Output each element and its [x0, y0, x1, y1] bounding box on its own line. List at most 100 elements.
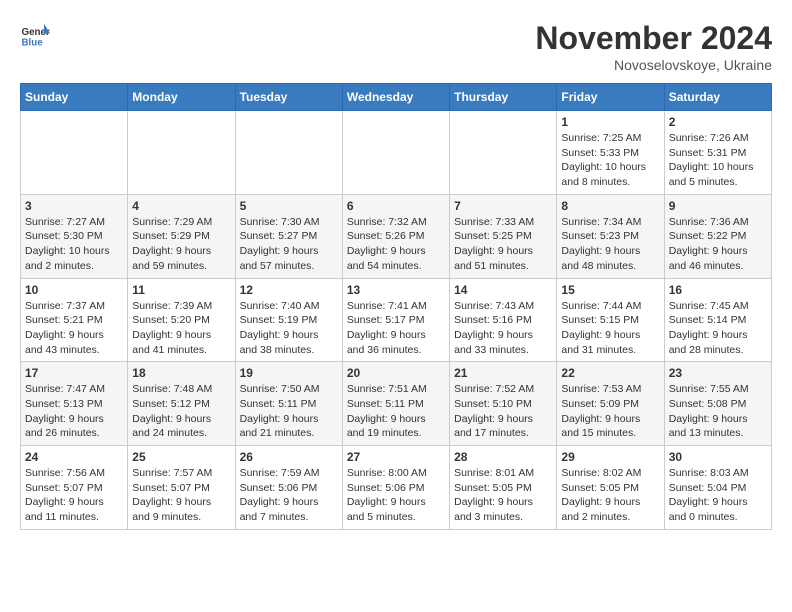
calendar-cell: 20 Sunrise: 7:51 AM Sunset: 5:11 PM Dayli… [342, 362, 449, 446]
day-number: 18 [132, 366, 230, 380]
location: Novoselovskoye, Ukraine [535, 57, 772, 73]
day-info: Sunrise: 7:57 AM Sunset: 5:07 PM Dayligh… [132, 466, 230, 525]
svg-text:Blue: Blue [22, 38, 44, 49]
day-info: Sunrise: 8:00 AM Sunset: 5:06 PM Dayligh… [347, 466, 445, 525]
calendar-cell: 11Sunrise: 7:39 AM Sunset: 5:20 PM Dayli… [128, 278, 235, 362]
day-number: 5 [240, 199, 338, 213]
calendar-cell [342, 111, 449, 195]
day-number: 28 [454, 450, 552, 464]
day-info: Sunrise: 7:25 AM Sunset: 5:33 PM Dayligh… [561, 131, 659, 190]
weekday-header: Monday [128, 84, 235, 111]
calendar-cell [235, 111, 342, 195]
day-number: 19 [240, 366, 338, 380]
day-info: Sunrise: 7:44 AM Sunset: 5:15 PM Dayligh… [561, 299, 659, 358]
day-info: Sunrise: 7:51 AM Sunset: 5:11 PM Dayligh… [347, 382, 445, 441]
weekday-header: Sunday [21, 84, 128, 111]
calendar-cell: 12 Sunrise: 7:40 AM Sunset: 5:19 PM Dayli… [235, 278, 342, 362]
calendar-cell: 26Sunrise: 7:59 AM Sunset: 5:06 PM Dayli… [235, 446, 342, 530]
title-area: November 2024 Novoselovskoye, Ukraine [535, 20, 772, 73]
day-number: 12 [240, 283, 338, 297]
calendar-cell: 13 Sunrise: 7:41 AM Sunset: 5:17 PM Dayli… [342, 278, 449, 362]
day-info: Sunrise: 8:01 AM Sunset: 5:05 PM Dayligh… [454, 466, 552, 525]
day-info: Sunrise: 8:03 AM Sunset: 5:04 PM Dayligh… [669, 466, 767, 525]
weekday-header: Thursday [450, 84, 557, 111]
day-number: 24 [25, 450, 123, 464]
day-number: 9 [669, 199, 767, 213]
day-number: 17 [25, 366, 123, 380]
day-number: 13 [347, 283, 445, 297]
day-number: 8 [561, 199, 659, 213]
day-number: 1 [561, 115, 659, 129]
day-info: Sunrise: 7:45 AM Sunset: 5:14 PM Dayligh… [669, 299, 767, 358]
calendar-week-row: 10Sunrise: 7:37 AM Sunset: 5:21 PM Dayli… [21, 278, 772, 362]
calendar-cell: 28 Sunrise: 8:01 AM Sunset: 5:05 PM Dayli… [450, 446, 557, 530]
logo-icon: General Blue [20, 20, 50, 50]
day-info: Sunrise: 7:48 AM Sunset: 5:12 PM Dayligh… [132, 382, 230, 441]
calendar-cell: 16 Sunrise: 7:45 AM Sunset: 5:14 PM Dayli… [664, 278, 771, 362]
day-number: 25 [132, 450, 230, 464]
calendar-cell: 10Sunrise: 7:37 AM Sunset: 5:21 PM Dayli… [21, 278, 128, 362]
day-info: Sunrise: 7:41 AM Sunset: 5:17 PM Dayligh… [347, 299, 445, 358]
calendar-cell: 2 Sunrise: 7:26 AM Sunset: 5:31 PM Daylig… [664, 111, 771, 195]
day-number: 7 [454, 199, 552, 213]
day-info: Sunrise: 7:52 AM Sunset: 5:10 PM Dayligh… [454, 382, 552, 441]
day-info: Sunrise: 7:43 AM Sunset: 5:16 PM Dayligh… [454, 299, 552, 358]
day-info: Sunrise: 7:26 AM Sunset: 5:31 PM Dayligh… [669, 131, 767, 190]
day-number: 11 [132, 283, 230, 297]
calendar-cell: 22Sunrise: 7:53 AM Sunset: 5:09 PM Dayli… [557, 362, 664, 446]
day-number: 4 [132, 199, 230, 213]
weekday-header: Wednesday [342, 84, 449, 111]
calendar-cell: 27Sunrise: 8:00 AM Sunset: 5:06 PM Dayli… [342, 446, 449, 530]
page-header: General Blue November 2024 Novoselovskoy… [20, 20, 772, 73]
day-info: Sunrise: 7:50 AM Sunset: 5:11 PM Dayligh… [240, 382, 338, 441]
calendar-cell: 30Sunrise: 8:03 AM Sunset: 5:04 PM Dayli… [664, 446, 771, 530]
calendar-cell: 15 Sunrise: 7:44 AM Sunset: 5:15 PM Dayli… [557, 278, 664, 362]
day-number: 29 [561, 450, 659, 464]
day-info: Sunrise: 7:55 AM Sunset: 5:08 PM Dayligh… [669, 382, 767, 441]
day-info: Sunrise: 7:34 AM Sunset: 5:23 PM Dayligh… [561, 215, 659, 274]
month-title: November 2024 [535, 20, 772, 57]
day-info: Sunrise: 7:53 AM Sunset: 5:09 PM Dayligh… [561, 382, 659, 441]
calendar-cell: 19 Sunrise: 7:50 AM Sunset: 5:11 PM Dayli… [235, 362, 342, 446]
calendar-table: SundayMondayTuesdayWednesdayThursdayFrid… [20, 83, 772, 530]
day-info: Sunrise: 7:40 AM Sunset: 5:19 PM Dayligh… [240, 299, 338, 358]
day-info: Sunrise: 7:36 AM Sunset: 5:22 PM Dayligh… [669, 215, 767, 274]
day-number: 16 [669, 283, 767, 297]
day-number: 2 [669, 115, 767, 129]
calendar-week-row: 3 Sunrise: 7:27 AM Sunset: 5:30 PM Daylig… [21, 194, 772, 278]
calendar-week-row: 24Sunrise: 7:56 AM Sunset: 5:07 PM Dayli… [21, 446, 772, 530]
calendar-cell: 21 Sunrise: 7:52 AM Sunset: 5:10 PM Dayli… [450, 362, 557, 446]
calendar-cell: 1 Sunrise: 7:25 AM Sunset: 5:33 PM Daylig… [557, 111, 664, 195]
weekday-header: Saturday [664, 84, 771, 111]
day-number: 26 [240, 450, 338, 464]
day-info: Sunrise: 7:27 AM Sunset: 5:30 PM Dayligh… [25, 215, 123, 274]
calendar-cell [450, 111, 557, 195]
calendar-cell: 8 Sunrise: 7:34 AM Sunset: 5:23 PM Daylig… [557, 194, 664, 278]
day-number: 15 [561, 283, 659, 297]
calendar-cell: 4 Sunrise: 7:29 AM Sunset: 5:29 PM Daylig… [128, 194, 235, 278]
weekday-header-row: SundayMondayTuesdayWednesdayThursdayFrid… [21, 84, 772, 111]
calendar-cell: 17 Sunrise: 7:47 AM Sunset: 5:13 PM Dayli… [21, 362, 128, 446]
day-info: Sunrise: 7:29 AM Sunset: 5:29 PM Dayligh… [132, 215, 230, 274]
calendar-cell: 14Sunrise: 7:43 AM Sunset: 5:16 PM Dayli… [450, 278, 557, 362]
calendar-cell: 5 Sunrise: 7:30 AM Sunset: 5:27 PM Daylig… [235, 194, 342, 278]
weekday-header: Tuesday [235, 84, 342, 111]
calendar-week-row: 1 Sunrise: 7:25 AM Sunset: 5:33 PM Daylig… [21, 111, 772, 195]
day-number: 20 [347, 366, 445, 380]
day-info: Sunrise: 7:32 AM Sunset: 5:26 PM Dayligh… [347, 215, 445, 274]
day-number: 6 [347, 199, 445, 213]
day-number: 3 [25, 199, 123, 213]
calendar-cell: 18 Sunrise: 7:48 AM Sunset: 5:12 PM Dayli… [128, 362, 235, 446]
day-info: Sunrise: 7:33 AM Sunset: 5:25 PM Dayligh… [454, 215, 552, 274]
day-info: Sunrise: 7:37 AM Sunset: 5:21 PM Dayligh… [25, 299, 123, 358]
calendar-cell: 24Sunrise: 7:56 AM Sunset: 5:07 PM Dayli… [21, 446, 128, 530]
calendar-cell: 29 Sunrise: 8:02 AM Sunset: 5:05 PM Dayli… [557, 446, 664, 530]
day-info: Sunrise: 7:30 AM Sunset: 5:27 PM Dayligh… [240, 215, 338, 274]
day-number: 23 [669, 366, 767, 380]
day-info: Sunrise: 7:47 AM Sunset: 5:13 PM Dayligh… [25, 382, 123, 441]
day-number: 21 [454, 366, 552, 380]
weekday-header: Friday [557, 84, 664, 111]
calendar-cell: 23 Sunrise: 7:55 AM Sunset: 5:08 PM Dayli… [664, 362, 771, 446]
calendar-cell: 3 Sunrise: 7:27 AM Sunset: 5:30 PM Daylig… [21, 194, 128, 278]
day-info: Sunrise: 8:02 AM Sunset: 5:05 PM Dayligh… [561, 466, 659, 525]
